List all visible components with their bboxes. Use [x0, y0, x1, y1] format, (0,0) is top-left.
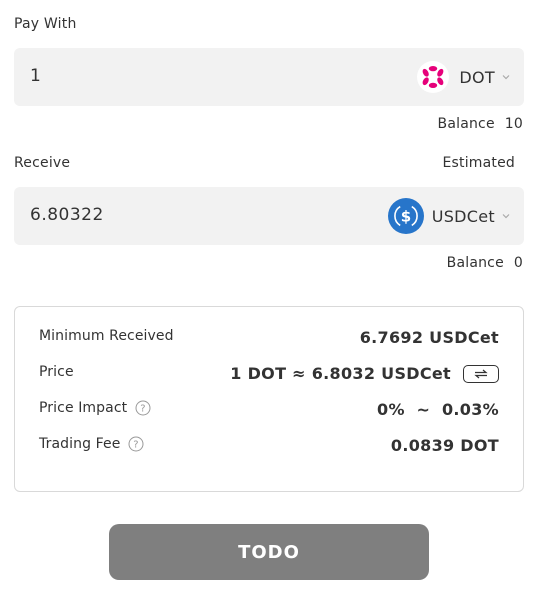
- minimum-received-label: Minimum Received: [39, 328, 174, 344]
- minimum-received-value: 6.7692 USDCet: [359, 328, 499, 347]
- price-label: Price: [39, 364, 74, 380]
- polkadot-logo-icon: [417, 61, 450, 93]
- price-impact-value: 0% ~ 0.03%: [377, 400, 499, 419]
- receive-balance-value: 0: [513, 255, 523, 271]
- swap-direction-button[interactable]: [463, 364, 499, 383]
- pay-balance-value: 10: [504, 116, 523, 132]
- price-row: Price 1 DOT ≈ 6.8032 USDCet: [39, 364, 499, 386]
- trading-fee-label: Trading Fee: [39, 436, 121, 452]
- receive-balance-label: Balance: [446, 255, 504, 271]
- svg-text:?: ?: [134, 440, 139, 451]
- price-impact-label-group: Price Impact ?: [39, 400, 151, 416]
- svg-text:$: $: [401, 208, 411, 226]
- swap-details-card: Minimum Received 6.7692 USDCet Price 1 D…: [14, 306, 524, 492]
- pay-amount-field[interactable]: 1 DOT: [14, 48, 524, 106]
- swap-arrows-icon: [473, 369, 489, 379]
- swap-submit-button[interactable]: TODO: [109, 524, 429, 580]
- receive-balance: Balance 0: [447, 255, 523, 271]
- receive-amount-input[interactable]: 6.80322: [30, 205, 104, 225]
- svg-text:?: ?: [141, 404, 146, 415]
- receive-token-selector[interactable]: $ USDCet: [387, 198, 510, 234]
- pay-balance: Balance 10: [438, 116, 523, 132]
- usdc-logo-icon: $: [387, 198, 424, 234]
- help-icon[interactable]: ?: [135, 400, 151, 416]
- trading-fee-value: 0.0839 DOT: [390, 436, 499, 455]
- price-impact-row: Price Impact ? 0% ~ 0.03%: [39, 400, 499, 422]
- pay-amount-input[interactable]: 1: [30, 66, 41, 86]
- pay-token-name: DOT: [459, 67, 495, 87]
- receive-amount-field[interactable]: 6.80322 $ USDCet: [14, 187, 524, 245]
- price-value: 1 DOT ≈ 6.8032 USDCet: [230, 364, 451, 383]
- pay-token-selector[interactable]: DOT: [417, 61, 510, 93]
- trading-fee-label-group: Trading Fee ?: [39, 436, 144, 452]
- chevron-down-icon: [502, 213, 510, 219]
- receive-label: Receive: [14, 155, 71, 171]
- help-icon[interactable]: ?: [128, 436, 144, 452]
- minimum-received-row: Minimum Received 6.7692 USDCet: [39, 328, 499, 350]
- chevron-down-icon: [502, 74, 510, 80]
- pay-balance-label: Balance: [437, 116, 495, 132]
- trading-fee-row: Trading Fee ? 0.0839 DOT: [39, 436, 499, 458]
- price-impact-label: Price Impact: [39, 400, 128, 416]
- price-value-group: 1 DOT ≈ 6.8032 USDCet: [230, 364, 499, 383]
- pay-with-label: Pay With: [14, 16, 77, 32]
- receive-token-name: USDCet: [431, 206, 495, 226]
- estimated-label: Estimated: [442, 155, 515, 171]
